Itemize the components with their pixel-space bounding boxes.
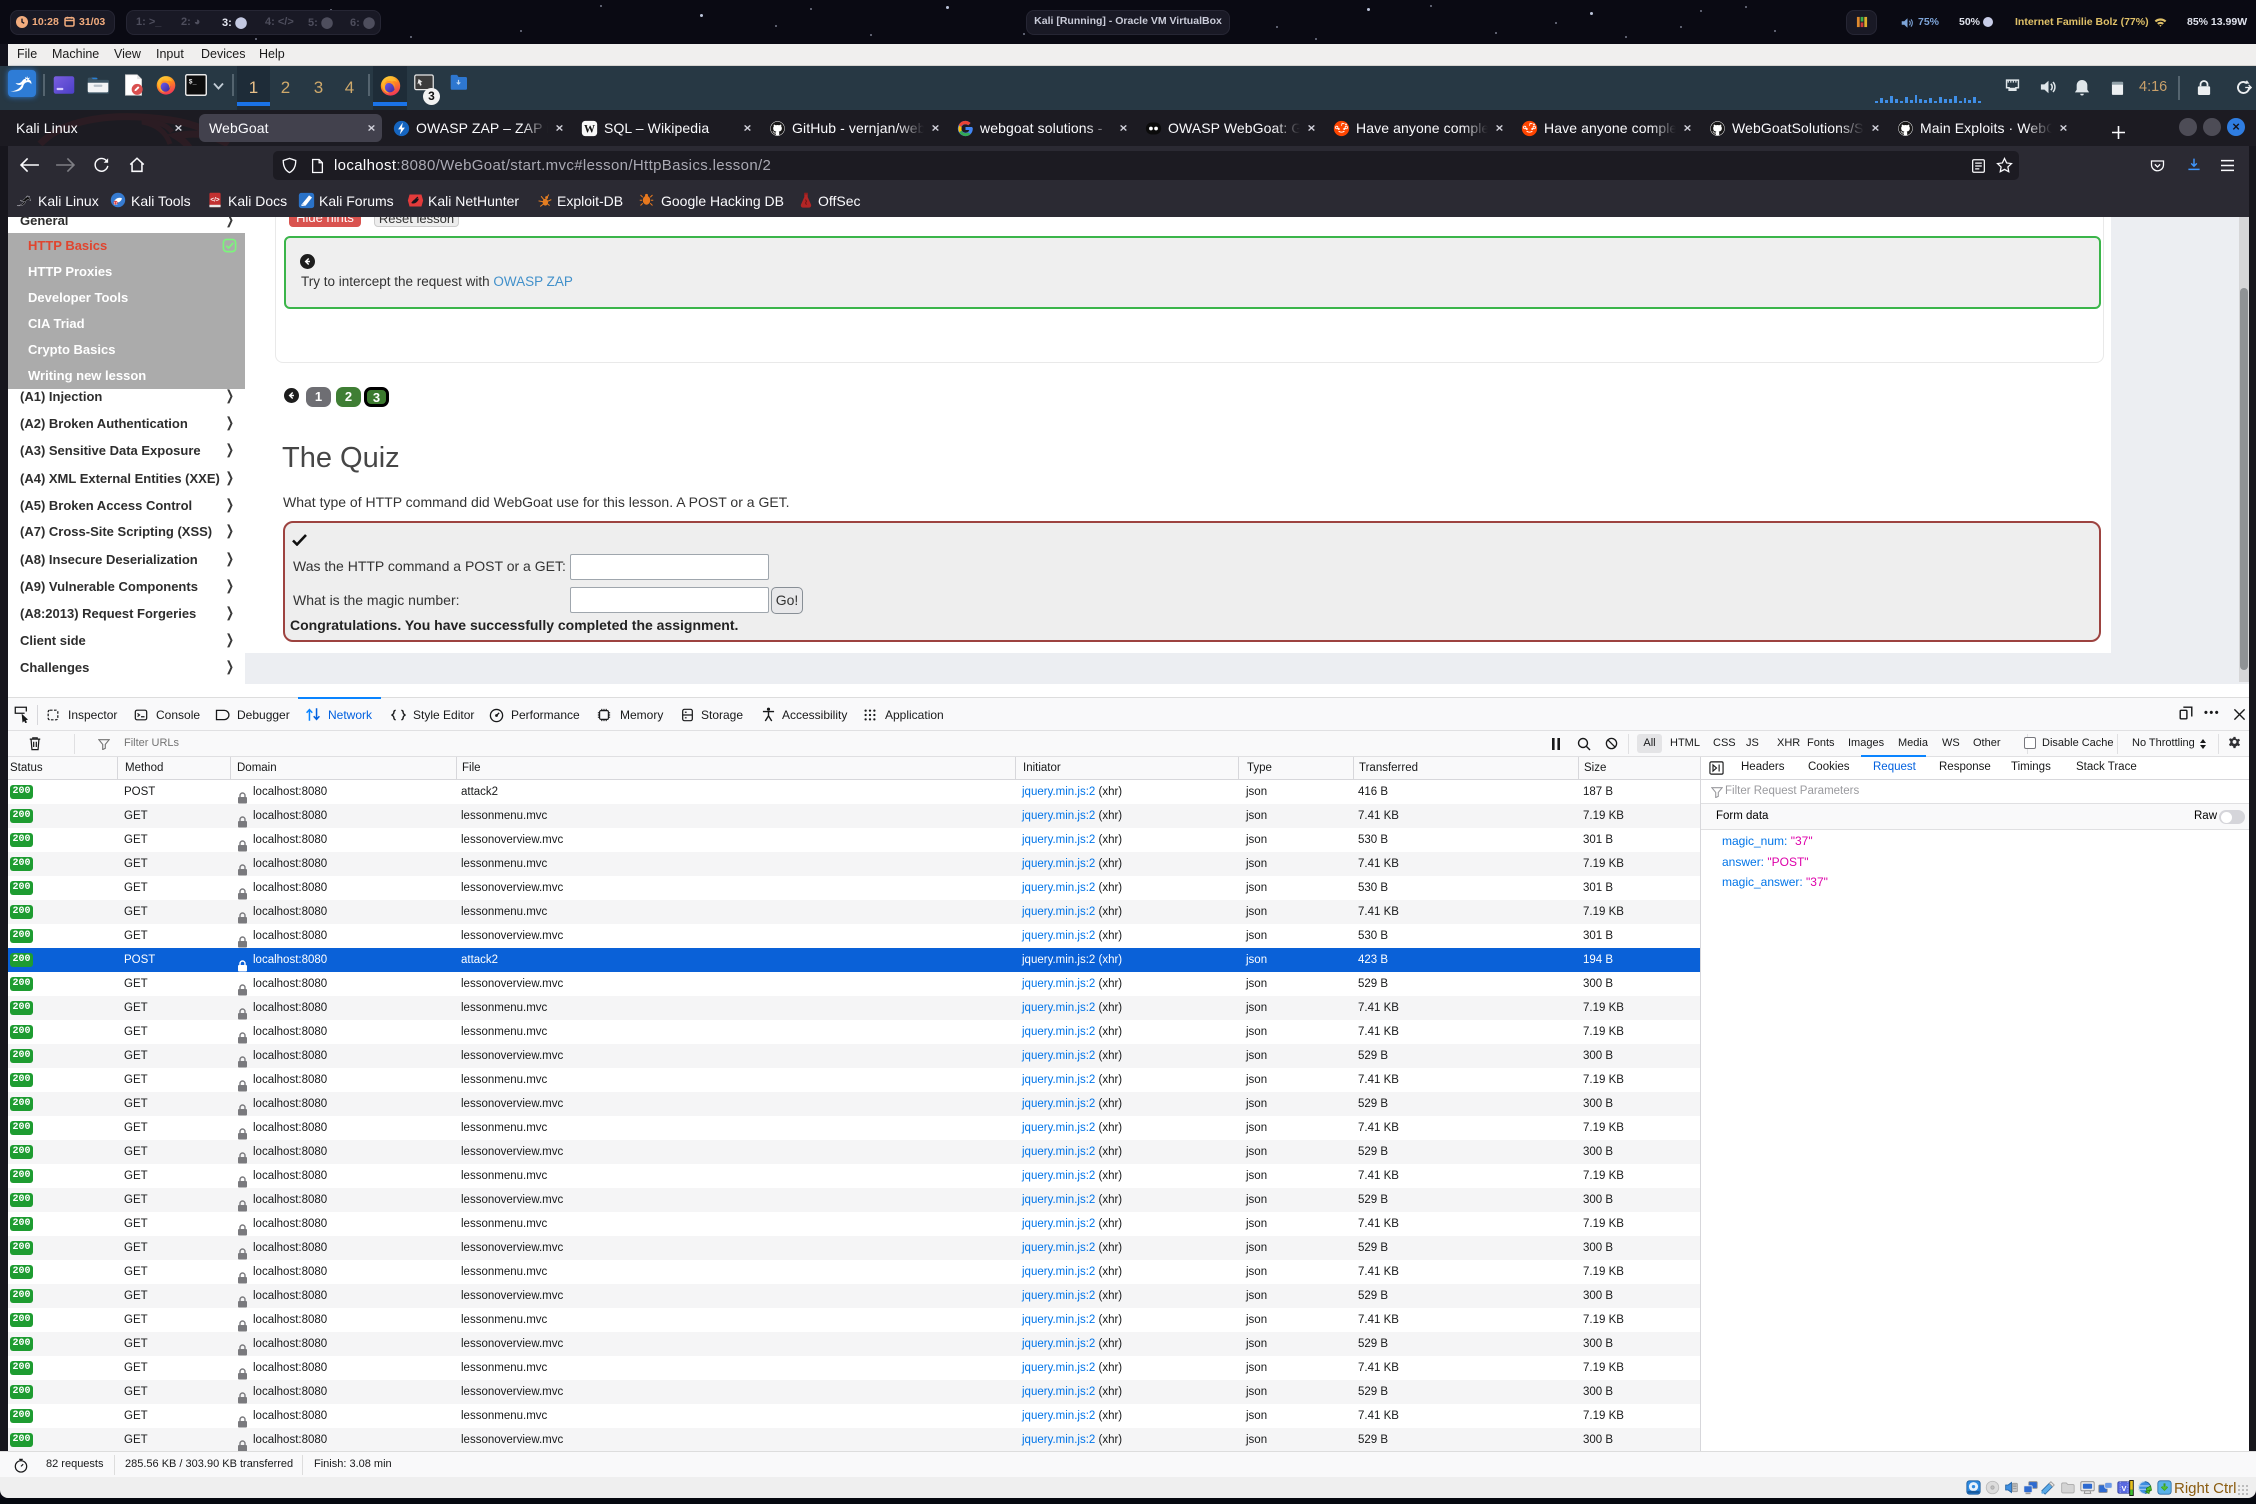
svg-text:W: W xyxy=(584,123,595,135)
svg-text:$_: $_ xyxy=(189,79,197,86)
svg-text:V: V xyxy=(2122,1484,2127,1493)
svg-text:</>: </> xyxy=(210,197,220,204)
